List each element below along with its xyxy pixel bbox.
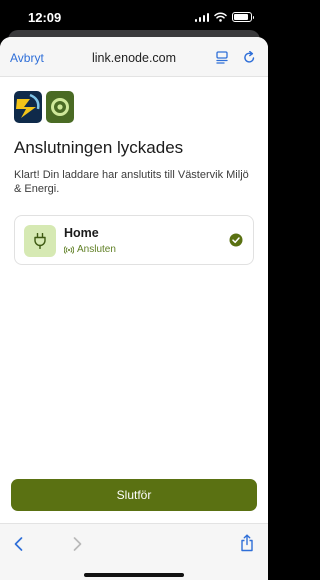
browser-sheet: Avbryt link.enode.com Anslutningen lycka… (0, 37, 268, 580)
connection-status-label: Ansluten (77, 244, 116, 255)
finish-button[interactable]: Slutför (11, 479, 257, 511)
radio-waves-icon (64, 245, 74, 254)
enode-logo (46, 91, 74, 123)
charger-name: Home (64, 226, 99, 240)
browser-header: Avbryt link.enode.com (0, 37, 268, 77)
page-description: Klart! Din laddare har anslutits till Vä… (14, 169, 249, 195)
provider-logos (14, 91, 74, 123)
battery-icon (232, 12, 254, 22)
energy-company-logo (14, 91, 42, 123)
chevron-left-icon[interactable] (12, 536, 26, 552)
plug-icon (34, 233, 46, 249)
check-circle-icon (229, 233, 243, 247)
status-icons (194, 12, 254, 22)
connection-status: Ansluten (64, 244, 116, 255)
reload-icon[interactable] (243, 51, 256, 64)
home-indicator[interactable] (84, 573, 184, 577)
status-time: 12:09 (28, 10, 62, 25)
share-icon[interactable] (240, 534, 254, 552)
reader-mode-icon[interactable] (216, 51, 228, 64)
browser-toolbar (0, 523, 268, 580)
plug-icon-tile (24, 225, 56, 257)
wifi-icon (214, 12, 227, 22)
charger-card: Home Ansluten (14, 215, 254, 265)
chevron-right-icon[interactable] (70, 536, 84, 552)
page-title: Anslutningen lyckades (14, 138, 184, 157)
cellular-signal-icon (194, 12, 209, 22)
